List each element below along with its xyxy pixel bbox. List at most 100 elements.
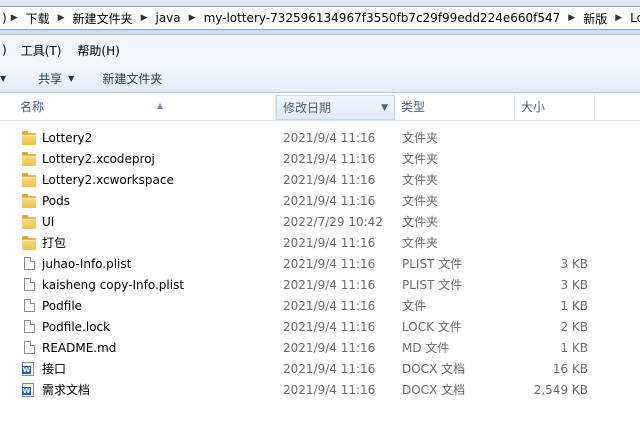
file-name: Podfile.lock xyxy=(42,320,111,334)
file-name: Lottery2.xcodeproj xyxy=(42,152,155,166)
file-size: 2 KB xyxy=(560,320,588,334)
command-toolbar: ▼ 共享 ▼ 新建文件夹 xyxy=(0,64,640,93)
file-list: Lottery2 2021/9/4 11:16 文件夹 Lottery2.xcodep… xyxy=(0,128,640,401)
file-row[interactable]: W 需求文档 2021/9/4 11:16 DOCX 文档 2,549 KB xyxy=(0,380,640,401)
file-row[interactable]: UI 2022/7/29 10:42 文件夹 xyxy=(0,212,640,233)
file-name: 接口 xyxy=(42,362,67,376)
file-row[interactable]: Pods 2021/9/4 11:16 文件夹 xyxy=(0,191,640,212)
chevron-right-icon[interactable]: ▶ xyxy=(56,13,67,23)
file-name: Pods xyxy=(42,194,71,208)
file-size xyxy=(520,149,588,170)
file-date: 2021/9/4 11:16 xyxy=(283,320,376,334)
file-date: 2021/9/4 11:16 xyxy=(283,194,376,208)
file-row[interactable]: Lottery2 2021/9/4 11:16 文件夹 xyxy=(0,128,640,149)
file-name: Lottery2 xyxy=(42,131,93,145)
column-headers: ▲ 名称 修改日期 ▼ 类型 大小 xyxy=(0,95,640,121)
file-size: 3 KB xyxy=(560,257,588,271)
file-date: 2021/9/4 11:16 xyxy=(283,236,376,250)
column-header-date[interactable]: 修改日期 ▼ xyxy=(276,95,395,120)
docx-icon: W xyxy=(22,362,34,376)
chevron-right-icon[interactable]: ▶ xyxy=(139,13,150,23)
menu-item-tools[interactable]: 工具(T) xyxy=(13,42,70,59)
file-type: 文件夹 xyxy=(402,215,439,229)
file-type: LOCK 文件 xyxy=(402,320,462,334)
breadcrumb-item-java[interactable]: java xyxy=(149,11,186,25)
file-date: 2021/9/4 11:16 xyxy=(283,152,376,166)
file-type: 文件 xyxy=(402,299,427,313)
file-row[interactable]: kaisheng copy-Info.plist 2021/9/4 11:16 PL… xyxy=(0,275,640,296)
file-size xyxy=(520,170,588,191)
file-row[interactable]: Lottery2.xcodeproj 2021/9/4 11:16 文件夹 xyxy=(0,149,640,170)
file-icon xyxy=(24,341,35,354)
file-icon xyxy=(24,299,35,312)
dropdown-arrow-icon[interactable]: ▼ xyxy=(381,96,388,121)
file-date: 2021/9/4 11:16 xyxy=(283,131,376,145)
breadcrumb-item-new-folder[interactable]: 新建文件夹 xyxy=(67,10,139,27)
file-row[interactable]: Lottery2.xcworkspace 2021/9/4 11:16 文件夹 xyxy=(0,170,640,191)
column-header-size[interactable]: 大小 xyxy=(515,95,595,120)
file-type: 文件夹 xyxy=(402,194,439,208)
dropdown-arrow-icon: ▼ xyxy=(68,73,75,83)
file-type: DOCX 文档 xyxy=(402,383,466,397)
folder-icon xyxy=(22,131,36,145)
file-name: kaisheng copy-Info.plist xyxy=(42,278,185,292)
chevron-right-icon[interactable]: ▶ xyxy=(566,13,577,23)
file-type: 文件夹 xyxy=(402,236,439,250)
file-date: 2021/9/4 11:16 xyxy=(283,278,376,292)
file-date: 2021/9/4 11:16 xyxy=(283,383,376,397)
file-size: 3 KB xyxy=(560,278,588,292)
breadcrumb-item-lottery[interactable]: Lott xyxy=(624,11,640,25)
breadcrumb[interactable]: ) ▶ 下载 ▶ 新建文件夹 ▶ java ▶ my-lottery-73259… xyxy=(0,6,640,30)
file-size: 1 KB xyxy=(560,341,588,355)
file-size xyxy=(520,233,588,254)
file-name: UI xyxy=(42,215,55,229)
file-name: 打包 xyxy=(42,236,67,250)
folder-icon xyxy=(22,152,36,166)
chevron-right-icon[interactable]: ▶ xyxy=(9,13,20,23)
file-icon xyxy=(24,257,35,270)
file-date: 2021/9/4 11:16 xyxy=(283,299,376,313)
file-date: 2022/7/29 10:42 xyxy=(283,215,383,229)
file-size: 2,549 KB xyxy=(533,383,588,397)
menu-item-edge[interactable]: ) xyxy=(0,43,13,57)
file-date: 2021/9/4 11:16 xyxy=(283,257,376,271)
file-type: 文件夹 xyxy=(402,131,439,145)
file-row[interactable]: W 接口 2021/9/4 11:16 DOCX 文档 16 KB xyxy=(0,359,640,380)
menu-item-help[interactable]: 帮助(H) xyxy=(69,42,127,59)
dropdown-arrow-icon[interactable]: ▼ xyxy=(0,74,24,83)
file-name: README.md xyxy=(42,341,117,355)
file-size xyxy=(520,212,588,233)
file-type: 文件夹 xyxy=(402,173,439,187)
new-folder-button[interactable]: 新建文件夹 xyxy=(88,70,176,87)
file-name: 需求文档 xyxy=(42,383,91,397)
file-row[interactable]: README.md 2021/9/4 11:16 MD 文件 1 KB xyxy=(0,338,640,359)
file-row[interactable]: juhao-Info.plist 2021/9/4 11:16 PLIST 文件 3 … xyxy=(0,254,640,275)
folder-icon xyxy=(22,236,36,250)
sort-ascending-icon: ▲ xyxy=(157,101,164,110)
breadcrumb-item-repo[interactable]: my-lottery-732596134967f3550fb7c29f99edd… xyxy=(198,11,567,25)
file-row[interactable]: 打包 2021/9/4 11:16 文件夹 xyxy=(0,233,640,254)
file-name: Lottery2.xcworkspace xyxy=(42,173,174,187)
file-date: 2021/9/4 11:16 xyxy=(283,341,376,355)
file-size: 1 KB xyxy=(560,299,588,313)
chevron-right-icon[interactable]: ▶ xyxy=(187,13,198,23)
column-header-type[interactable]: 类型 xyxy=(395,95,515,120)
file-icon xyxy=(24,320,35,333)
file-row[interactable]: Podfile.lock 2021/9/4 11:16 LOCK 文件 2 KB xyxy=(0,317,640,338)
file-date: 2021/9/4 11:16 xyxy=(283,173,376,187)
folder-icon xyxy=(22,194,36,208)
docx-icon: W xyxy=(22,383,34,397)
share-button[interactable]: 共享 ▼ xyxy=(24,70,88,87)
share-label: 共享 xyxy=(38,71,63,86)
breadcrumb-item-new-version[interactable]: 新版 xyxy=(577,10,613,27)
breadcrumb-edge: ) xyxy=(2,11,7,25)
column-header-name[interactable]: ▲ 名称 xyxy=(14,95,276,120)
file-size xyxy=(520,191,588,212)
address-bar: ) ▶ 下载 ▶ 新建文件夹 ▶ java ▶ my-lottery-73259… xyxy=(0,0,640,35)
file-type: DOCX 文档 xyxy=(402,362,466,376)
folder-icon xyxy=(22,173,36,187)
file-size xyxy=(520,128,588,149)
file-row[interactable]: Podfile 2021/9/4 11:16 文件 1 KB xyxy=(0,296,640,317)
breadcrumb-item-downloads[interactable]: 下载 xyxy=(20,10,56,27)
chevron-right-icon[interactable]: ▶ xyxy=(613,13,624,23)
